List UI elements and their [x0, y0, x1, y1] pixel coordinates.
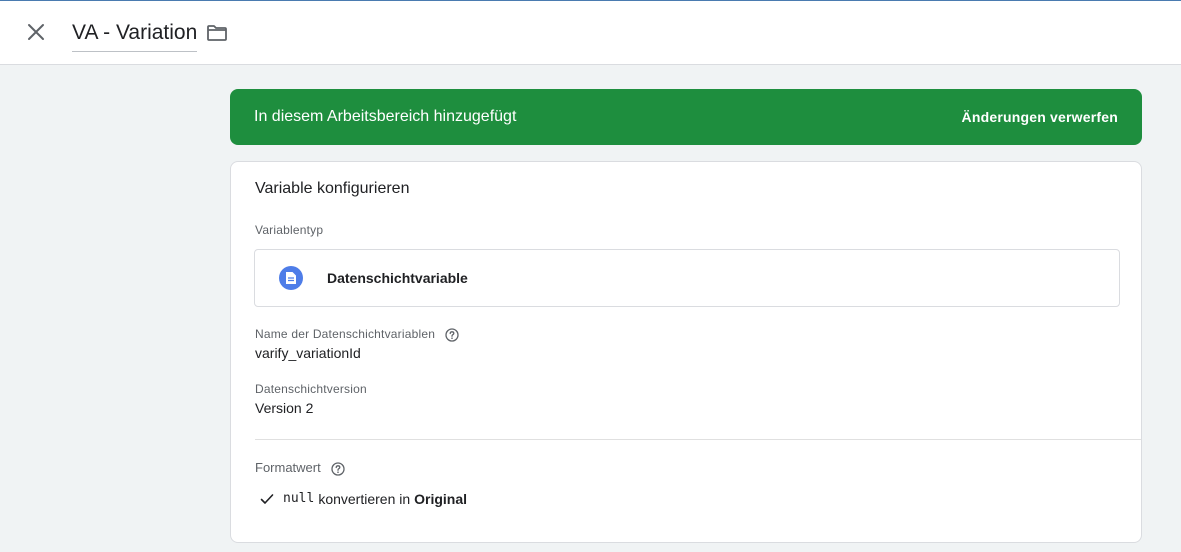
format-rule-text: konvertieren in [318, 491, 411, 507]
help-icon[interactable] [445, 327, 460, 342]
datalayer-name-label-row: Name der Datenschichtvariablen [255, 327, 460, 342]
folder-button[interactable] [204, 23, 230, 47]
variable-config-card: Variable konfigurieren Variablentyp Date… [230, 161, 1142, 543]
format-value-header: Formatwert [255, 460, 345, 476]
document-icon [279, 266, 303, 290]
check-icon [259, 491, 275, 507]
help-icon[interactable] [330, 461, 345, 476]
format-rule-target: Original [414, 491, 468, 507]
folder-icon [206, 24, 228, 47]
datalayer-name-label: Name der Datenschichtvariablen [255, 327, 436, 341]
variable-type-selector[interactable]: Datenschichtvariable [254, 249, 1120, 307]
discard-changes-button[interactable]: Änderungen verwerfen [962, 108, 1118, 126]
format-rule-code: null [283, 491, 315, 506]
datalayer-version-value: Version 2 [255, 400, 314, 416]
banner-message: In diesem Arbeitsbereich hinzugefügt [254, 108, 517, 125]
variable-type-label: Variablentyp [255, 223, 324, 237]
format-value-title: Formatwert [255, 460, 321, 475]
variable-type-value: Datenschichtvariable [327, 270, 468, 286]
datalayer-version-label: Datenschichtversion [255, 382, 367, 396]
status-banner: In diesem Arbeitsbereich hinzugefügt Änd… [230, 89, 1142, 145]
datalayer-name-value: varify_variationId [255, 345, 361, 361]
variable-title[interactable]: VA - Variation [72, 19, 198, 52]
close-icon [27, 23, 45, 46]
format-rule: null konvertieren in Original [259, 490, 467, 508]
card-title: Variable konfigurieren [255, 180, 410, 197]
top-bar: VA - Variation [0, 0, 1181, 65]
close-button[interactable] [22, 20, 50, 48]
divider [255, 439, 1141, 440]
